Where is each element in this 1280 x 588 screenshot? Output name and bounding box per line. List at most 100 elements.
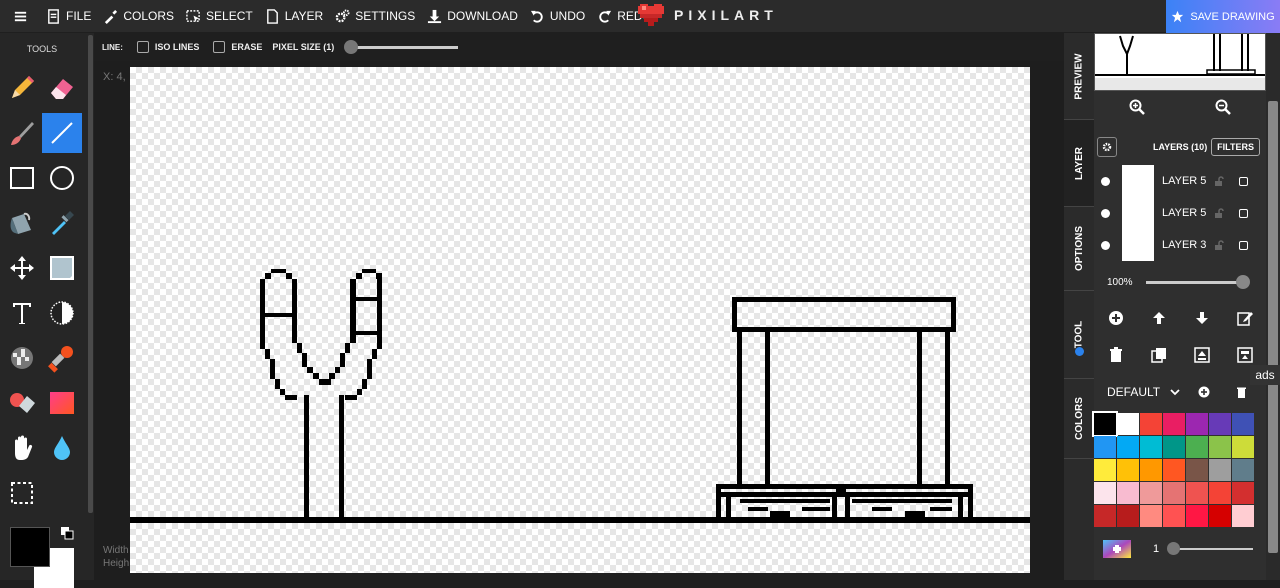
color-swatch[interactable] — [1140, 436, 1162, 458]
primary-color-swatch[interactable] — [10, 527, 50, 567]
hamburger-menu-button[interactable] — [0, 0, 40, 32]
smudge-tool[interactable] — [2, 383, 42, 423]
pixel-size-slider-thumb[interactable] — [344, 39, 359, 54]
color-picker-tool[interactable] — [42, 203, 82, 243]
color-swatch[interactable] — [1232, 459, 1254, 481]
layer-visibility-checkbox[interactable] — [1239, 208, 1248, 218]
color-swatch[interactable] — [1163, 482, 1185, 504]
layer-active-dot[interactable] — [1101, 208, 1110, 218]
crop-select-tool[interactable] — [2, 473, 42, 513]
color-swatch[interactable] — [1117, 505, 1139, 527]
color-swatch[interactable] — [1140, 482, 1162, 504]
file-menu-button[interactable]: FILE — [40, 0, 97, 32]
trash-icon[interactable] — [1108, 347, 1124, 363]
erase-checkbox[interactable] — [213, 41, 226, 53]
color-swatch[interactable] — [1094, 505, 1116, 527]
layer-settings-button[interactable] — [1097, 137, 1117, 157]
line-tool[interactable] — [42, 113, 82, 153]
tools-scrollbar[interactable] — [88, 35, 93, 513]
flatten-layer-icon[interactable] — [1236, 347, 1253, 363]
eraser-tool[interactable] — [42, 68, 82, 108]
duplicate-icon[interactable] — [1150, 347, 1167, 363]
color-swatch[interactable] — [1186, 505, 1208, 527]
fill-bucket-tool[interactable] — [2, 203, 42, 243]
color-swatch[interactable] — [1186, 482, 1208, 504]
move-tool[interactable] — [2, 248, 42, 288]
colors-menu-button[interactable]: COLORS — [97, 0, 180, 32]
color-swatch[interactable] — [1094, 459, 1116, 481]
color-swatch[interactable] — [1209, 413, 1231, 435]
color-swatch[interactable] — [1209, 505, 1231, 527]
opacity-slider[interactable] — [1145, 275, 1250, 289]
right-panel-scrollbar[interactable] — [1266, 33, 1280, 580]
color-swatch[interactable] — [1117, 436, 1139, 458]
color-swatch[interactable] — [1186, 459, 1208, 481]
unlock-icon[interactable] — [1214, 240, 1224, 250]
hand-tool[interactable] — [2, 428, 42, 468]
palette-name[interactable]: DEFAULT — [1107, 385, 1160, 399]
brush-size-slider[interactable] — [1167, 542, 1254, 555]
merge-layer-icon[interactable] — [1193, 347, 1210, 363]
unlock-icon[interactable] — [1214, 176, 1224, 186]
checker-tool[interactable] — [2, 338, 42, 378]
stamp-tool[interactable] — [42, 338, 82, 378]
color-swatch[interactable] — [1140, 459, 1162, 481]
download-menu-button[interactable]: DOWNLOAD — [421, 0, 524, 32]
color-swatch[interactable] — [1163, 436, 1185, 458]
arrow-down-icon[interactable] — [1194, 310, 1210, 326]
color-swatch[interactable] — [1117, 482, 1139, 504]
color-swatch[interactable] — [1117, 413, 1139, 435]
color-swatch[interactable] — [1163, 459, 1185, 481]
layer-row[interactable]: LAYER 3 — [1094, 229, 1266, 261]
color-swatch[interactable] — [1163, 505, 1185, 527]
save-drawing-button[interactable]: SAVE DRAWING — [1166, 0, 1280, 33]
brush-size-slider-thumb[interactable] — [1167, 542, 1181, 555]
zoom-in-icon[interactable] — [1129, 99, 1145, 115]
undo-button[interactable]: UNDO — [524, 0, 591, 32]
layer-row[interactable]: LAYER 5 — [1094, 197, 1266, 229]
right-panel-scrollbar-thumb[interactable] — [1268, 101, 1278, 553]
color-swatch[interactable] — [1232, 482, 1254, 504]
color-swatch[interactable] — [1232, 413, 1254, 435]
color-swatch[interactable] — [1094, 436, 1116, 458]
color-swatch[interactable] — [1209, 459, 1231, 481]
layer-visibility-checkbox[interactable] — [1239, 240, 1248, 250]
unlock-icon[interactable] — [1214, 208, 1224, 218]
add-layer-icon[interactable] — [1108, 310, 1124, 326]
text-tool[interactable] — [2, 293, 42, 333]
layer-active-dot[interactable] — [1101, 240, 1110, 250]
brush-tool[interactable] — [2, 113, 42, 153]
tab-options[interactable]: OPTIONS — [1064, 207, 1094, 291]
rectangle-tool[interactable] — [2, 158, 42, 198]
add-palette-icon[interactable] — [1198, 386, 1210, 398]
color-swatch[interactable] — [1186, 413, 1208, 435]
pencil-tool[interactable] — [2, 68, 42, 108]
arrow-up-icon[interactable] — [1151, 310, 1167, 326]
color-swatch[interactable] — [1232, 436, 1254, 458]
gradient-tool[interactable] — [42, 383, 82, 423]
color-swatch[interactable] — [1209, 436, 1231, 458]
iso-lines-checkbox[interactable] — [136, 41, 149, 53]
color-swatch[interactable] — [1232, 505, 1254, 527]
filters-button[interactable]: FILTERS — [1211, 138, 1260, 156]
layer-menu-button[interactable]: LAYER — [259, 0, 329, 32]
blur-tool[interactable] — [42, 428, 82, 468]
color-swatch[interactable] — [1140, 413, 1162, 435]
tab-colors[interactable]: COLORS — [1064, 379, 1094, 459]
drawing-canvas[interactable] — [130, 67, 1030, 573]
zoom-out-icon[interactable] — [1215, 99, 1231, 115]
color-swatch[interactable] — [1163, 413, 1185, 435]
chevron-down-icon[interactable] — [1170, 387, 1180, 397]
circle-tool[interactable] — [42, 158, 82, 198]
opacity-slider-thumb[interactable] — [1235, 275, 1250, 289]
color-swatch[interactable] — [1092, 411, 1118, 437]
color-swatch[interactable] — [1117, 459, 1139, 481]
layer-visibility-checkbox[interactable] — [1239, 176, 1248, 186]
swap-colors-icon[interactable] — [60, 526, 74, 540]
tab-tool[interactable]: TOOL — [1064, 291, 1094, 379]
tab-preview[interactable]: PREVIEW — [1064, 33, 1094, 120]
edit-layer-icon[interactable] — [1236, 310, 1253, 326]
pixel-size-slider[interactable] — [344, 39, 459, 54]
color-swatch[interactable] — [1140, 505, 1162, 527]
layer-active-dot[interactable] — [1101, 176, 1110, 186]
